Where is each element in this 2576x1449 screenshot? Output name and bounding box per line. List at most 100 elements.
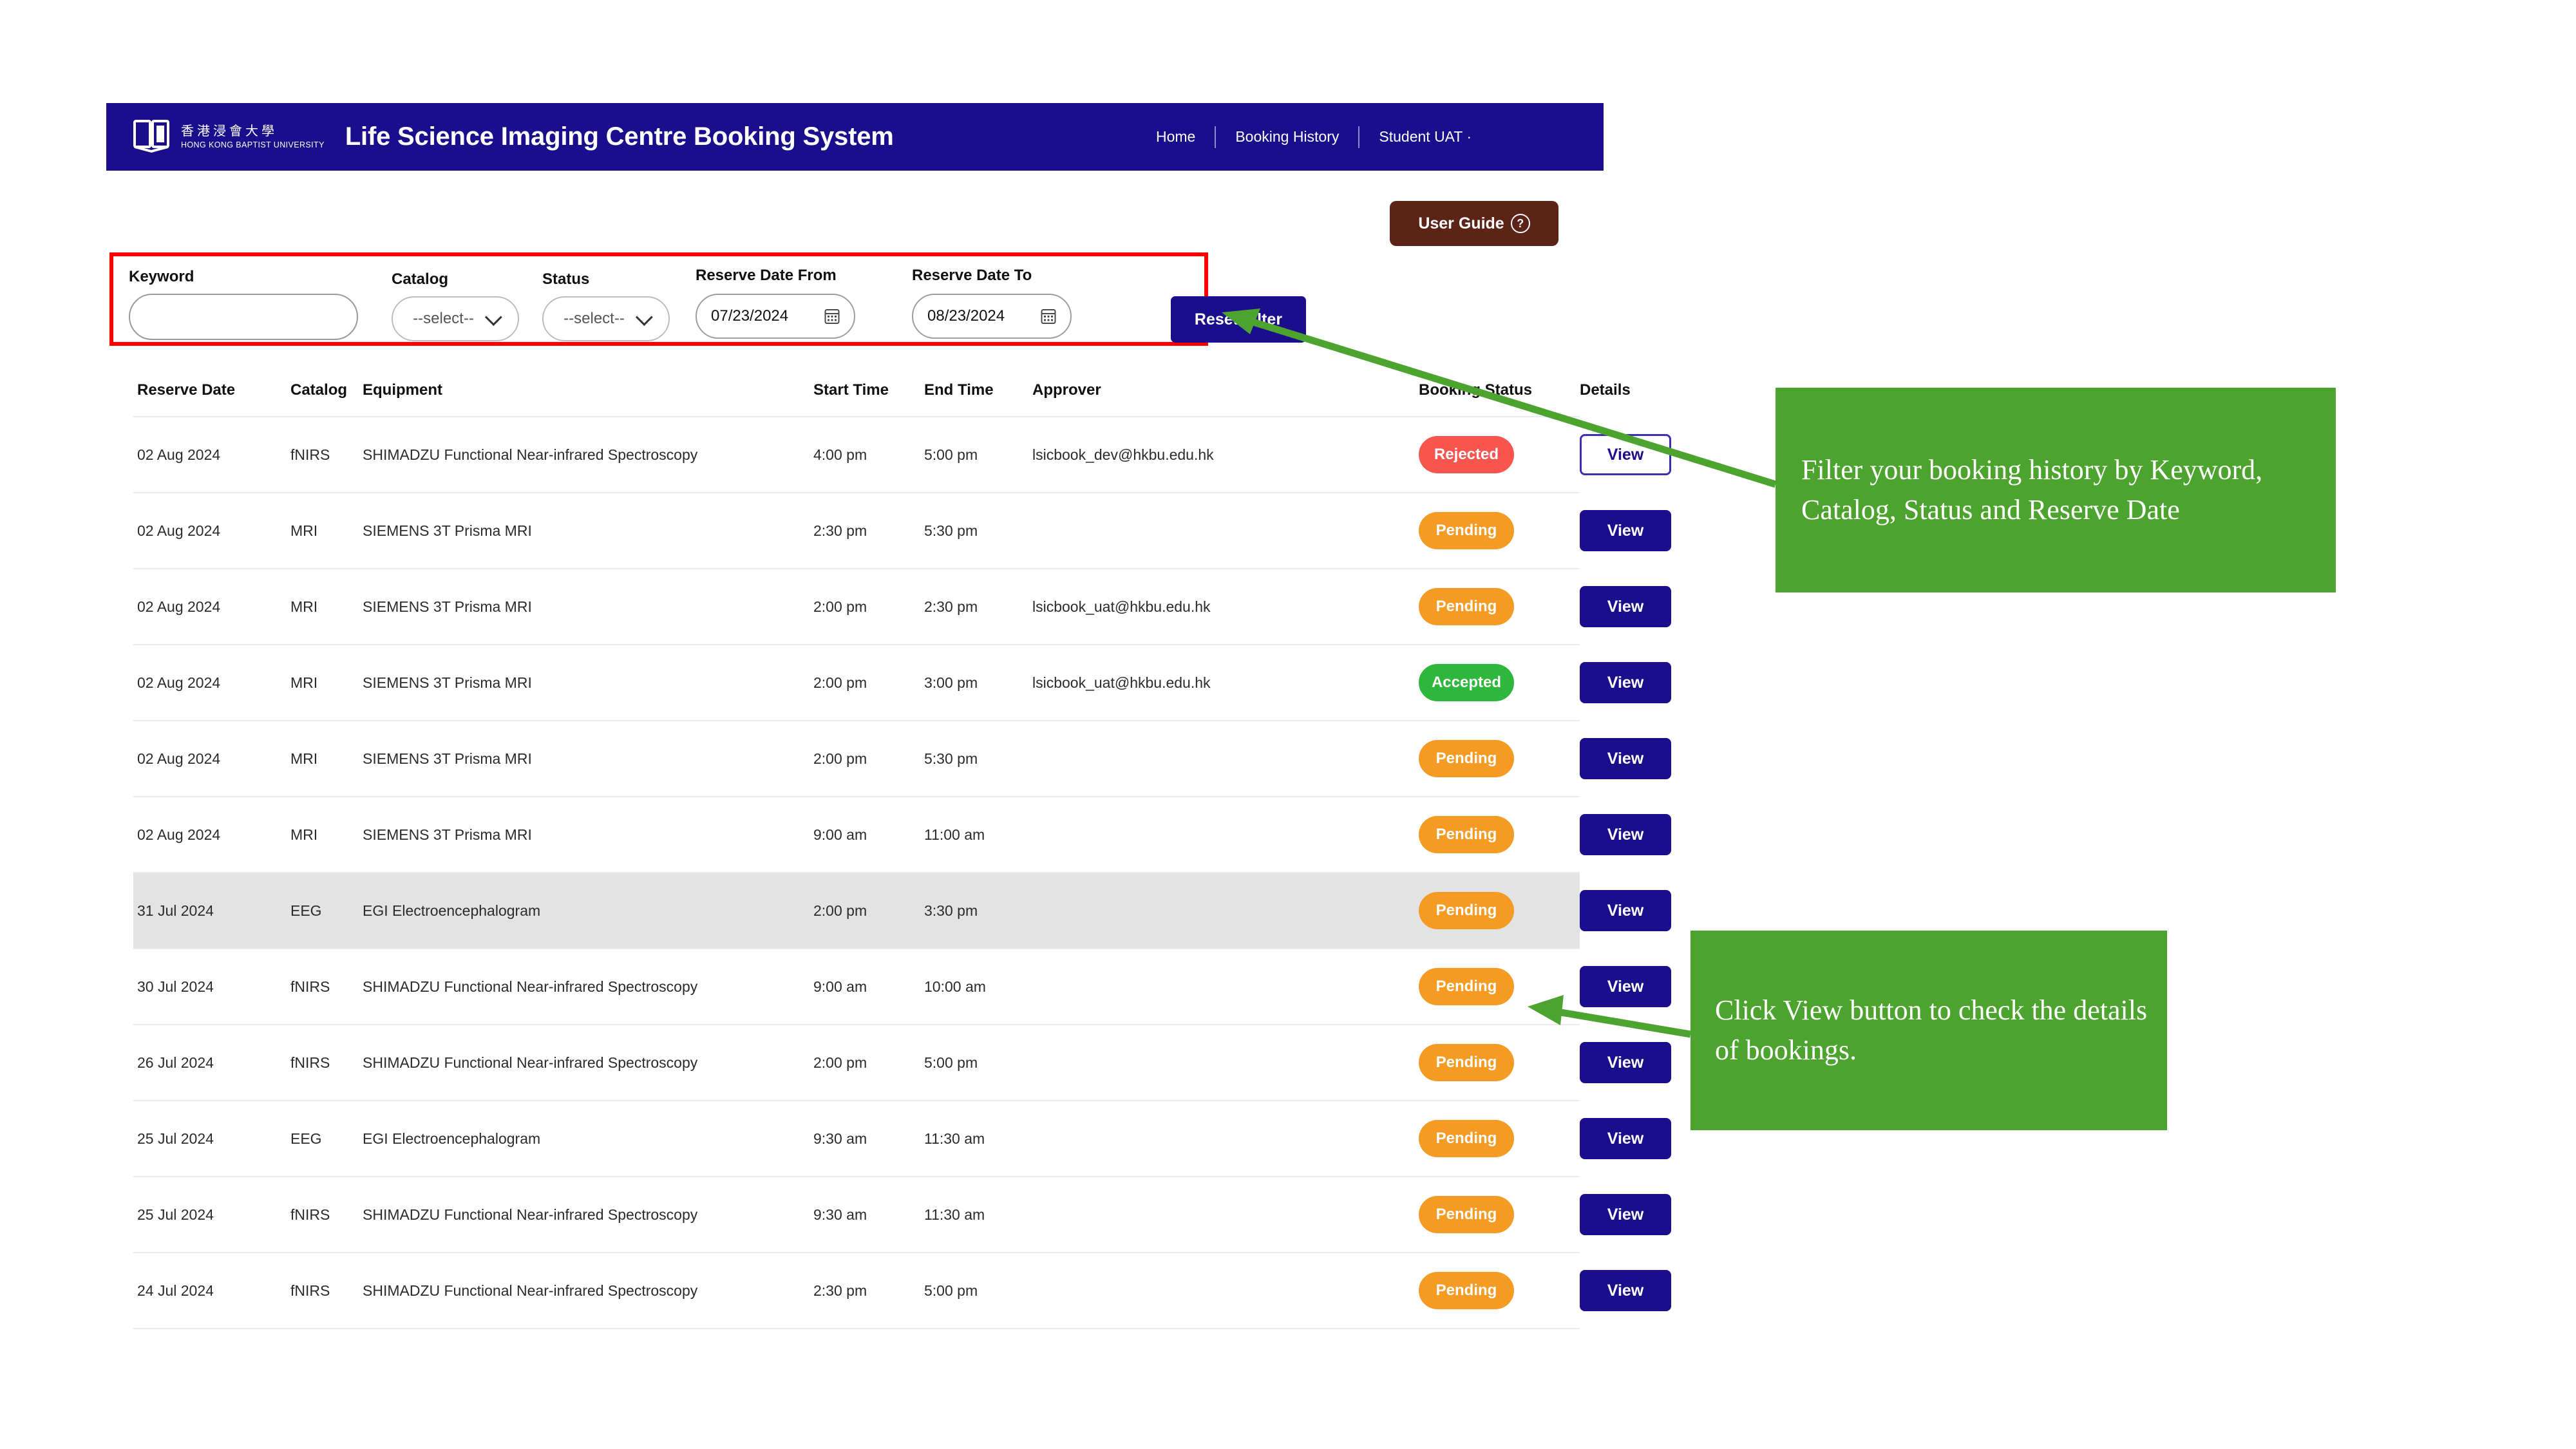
view-button[interactable]: View (1580, 738, 1671, 779)
catalog-select-value: --select-- (413, 310, 474, 327)
calendar-icon[interactable] (1041, 308, 1056, 325)
cell-reserve-date: 24 Jul 2024 (133, 1252, 290, 1329)
cell-booking-status: Pending (1419, 1252, 1580, 1329)
cell-catalog: MRI (290, 644, 363, 721)
cell-equipment: SIEMENS 3T Prisma MRI (363, 568, 813, 645)
cell-equipment: SHIMADZU Functional Near-infrared Spectr… (363, 1252, 813, 1329)
status-badge: Pending (1419, 892, 1514, 929)
annotation-filter-text: Filter your booking history by Keyword, … (1801, 453, 2263, 526)
page-title: Life Science Imaging Centre Booking Syst… (345, 122, 894, 151)
annotation-view-text: Click View button to check the details o… (1715, 994, 2148, 1066)
top-navbar: 香港浸會大學 HONG KONG BAPTIST UNIVERSITY Life… (106, 103, 1604, 171)
cell-equipment: SIEMENS 3T Prisma MRI (363, 644, 813, 721)
cell-catalog: EEG (290, 1100, 363, 1177)
cell-reserve-date: 25 Jul 2024 (133, 1100, 290, 1177)
cell-end-time: 11:30 am (924, 1100, 1032, 1177)
view-button[interactable]: View (1580, 1194, 1671, 1235)
view-button[interactable]: View (1580, 662, 1671, 703)
view-button[interactable]: View (1580, 966, 1671, 1007)
view-button[interactable]: View (1580, 434, 1671, 475)
cell-end-time: 10:00 am (924, 948, 1032, 1025)
keyword-label: Keyword (129, 268, 194, 285)
user-guide-button[interactable]: User Guide ? (1390, 201, 1558, 246)
status-label: Status (542, 270, 590, 288)
cell-start-time: 2:00 pm (813, 1024, 924, 1101)
cell-start-time: 2:30 pm (813, 1252, 924, 1329)
status-select[interactable]: --select-- (542, 296, 670, 341)
cell-end-time: 5:00 pm (924, 1024, 1032, 1101)
table-row: 02 Aug 2024 MRI SIEMENS 3T Prisma MRI 2:30 … (133, 492, 1671, 569)
cell-booking-status: Pending (1419, 1100, 1580, 1177)
reset-filter-button[interactable]: Reset Filter (1171, 296, 1306, 343)
cell-approver (1032, 948, 1419, 1025)
view-button[interactable]: View (1580, 586, 1671, 627)
catalog-select[interactable]: --select-- (392, 296, 519, 341)
cell-end-time: 5:30 pm (924, 720, 1032, 797)
cell-reserve-date: 02 Aug 2024 (133, 720, 290, 797)
table-row: 24 Jul 2024 fNIRS SHIMADZU Functional Near… (133, 1252, 1671, 1329)
table-row: 02 Aug 2024 MRI SIEMENS 3T Prisma MRI 9:00 … (133, 796, 1671, 873)
date-from-label: Reserve Date From (696, 267, 837, 284)
view-button[interactable]: View (1580, 510, 1671, 551)
date-from-input[interactable]: 07/23/2024 (696, 294, 855, 339)
cell-reserve-date: 26 Jul 2024 (133, 1024, 290, 1101)
cell-start-time: 9:00 am (813, 948, 924, 1025)
cell-equipment: SIEMENS 3T Prisma MRI (363, 492, 813, 569)
view-button[interactable]: View (1580, 890, 1671, 931)
cell-approver: lsicbook_uat@hkbu.edu.hk (1032, 644, 1419, 721)
cell-approver (1032, 1252, 1419, 1329)
cell-catalog: fNIRS (290, 1252, 363, 1329)
cell-start-time: 2:00 pm (813, 568, 924, 645)
cell-approver (1032, 872, 1419, 949)
cell-reserve-date: 31 Jul 2024 (133, 872, 290, 949)
cell-reserve-date: 02 Aug 2024 (133, 568, 290, 645)
view-button[interactable]: View (1580, 1118, 1671, 1159)
open-book-icon (133, 119, 172, 155)
cell-booking-status: Pending (1419, 568, 1580, 645)
view-button[interactable]: View (1580, 1270, 1671, 1311)
cell-end-time: 5:00 pm (924, 1252, 1032, 1329)
view-button[interactable]: View (1580, 1042, 1671, 1083)
cell-equipment: SHIMADZU Functional Near-infrared Spectr… (363, 1176, 813, 1253)
booking-history-table: Reserve Date Catalog Equipment Start Tim… (133, 381, 1671, 1329)
user-guide-label: User Guide (1418, 214, 1504, 232)
brand-logo[interactable]: 香港浸會大學 HONG KONG BAPTIST UNIVERSITY (133, 119, 325, 155)
status-badge: Pending (1419, 1272, 1514, 1309)
cell-equipment: SHIMADZU Functional Near-infrared Spectr… (363, 1024, 813, 1101)
cell-reserve-date: 02 Aug 2024 (133, 796, 290, 873)
cell-booking-status: Pending (1419, 872, 1580, 949)
logo-wordmark: 香港浸會大學 HONG KONG BAPTIST UNIVERSITY (181, 124, 325, 149)
annotation-view-note: Click View button to check the details o… (1690, 931, 2167, 1130)
cell-booking-status: Pending (1419, 492, 1580, 569)
table-row: 26 Jul 2024 fNIRS SHIMADZU Functional Near… (133, 1024, 1671, 1101)
view-button[interactable]: View (1580, 814, 1671, 855)
logo-chinese-name: 香港浸會大學 (181, 122, 278, 138)
cell-catalog: MRI (290, 568, 363, 645)
column-header-start-time: Start Time (813, 381, 889, 399)
table-row: 31 Jul 2024 EEG EGI Electroencephalogram 2:… (133, 872, 1671, 949)
cell-end-time: 5:00 pm (924, 416, 1032, 493)
column-header-reserve-date: Reserve Date (137, 381, 236, 399)
cell-approver (1032, 492, 1419, 569)
status-badge: Pending (1419, 816, 1514, 853)
annotation-filter-note: Filter your booking history by Keyword, … (1776, 388, 2336, 592)
cell-approver (1032, 796, 1419, 873)
cell-approver (1032, 720, 1419, 797)
search-input[interactable] (129, 294, 358, 340)
date-to-input[interactable]: 08/23/2024 (912, 294, 1072, 339)
cell-catalog: MRI (290, 796, 363, 873)
calendar-icon[interactable] (824, 308, 840, 325)
column-header-approver: Approver (1032, 381, 1101, 399)
nav-item-booking-history[interactable]: Booking History (1216, 128, 1358, 146)
nav-item-student-uat[interactable]: Student UAT · (1359, 128, 1491, 146)
cell-approver (1032, 1100, 1419, 1177)
cell-booking-status: Pending (1419, 948, 1580, 1025)
logo-english-name: HONG KONG BAPTIST UNIVERSITY (181, 140, 325, 149)
cell-reserve-date: 30 Jul 2024 (133, 948, 290, 1025)
question-circle-icon: ? (1510, 214, 1530, 233)
cell-catalog: fNIRS (290, 948, 363, 1025)
nav-item-home[interactable]: Home (1137, 128, 1215, 146)
cell-reserve-date: 02 Aug 2024 (133, 416, 290, 493)
column-header-catalog: Catalog (290, 381, 348, 399)
cell-catalog: fNIRS (290, 416, 363, 493)
